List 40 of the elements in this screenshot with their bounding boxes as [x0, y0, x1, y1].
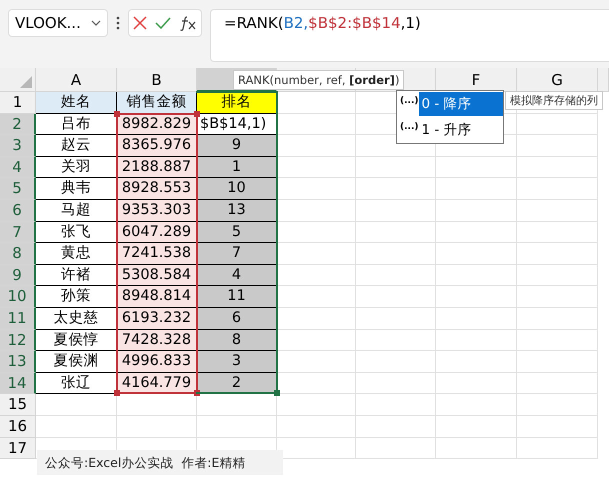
- table-cell: 4: [197, 264, 277, 286]
- table-cell: 8948.814: [117, 286, 197, 308]
- table-cell: 9: [197, 135, 277, 157]
- table-cell: 6047.289: [117, 222, 197, 244]
- table-cell: 9353.303: [117, 200, 197, 222]
- header-cell: 销售金额: [117, 92, 197, 114]
- footer-note: 公众号:Excel办公实战 作者:E精精: [37, 450, 283, 475]
- table-cell: 5: [197, 222, 277, 244]
- table-cell: 7428.328: [117, 330, 197, 352]
- table-cell: 7: [197, 243, 277, 265]
- table-cell: 孙策: [36, 286, 117, 308]
- name-box-value: VLOOK...: [15, 14, 81, 32]
- table-cell: 5308.584: [117, 264, 197, 286]
- table-cell: 8: [197, 330, 277, 352]
- table-cell: 4996.833: [117, 351, 197, 373]
- table-cell: 11: [197, 286, 277, 308]
- table-cell: 太史慈: [36, 308, 117, 330]
- table-cell: 7241.538: [117, 243, 197, 265]
- table-cell: 关羽: [36, 156, 117, 178]
- table-cell: 10: [197, 178, 277, 200]
- table-cell: 赵云: [36, 135, 117, 157]
- header-cell: 排名: [197, 92, 277, 114]
- table-cell: 典韦: [36, 178, 117, 200]
- table-cell: 13: [197, 200, 277, 222]
- table-cell: 6: [197, 308, 277, 330]
- table-cell: 8365.976: [117, 135, 197, 157]
- table-cell: 夏侯惇: [36, 330, 117, 352]
- table-cell: 夏侯渊: [36, 351, 117, 373]
- table-cell: 张飞: [36, 222, 117, 244]
- table-cell: 3: [197, 351, 277, 373]
- function-tooltip: RANK(number, ref, [order]): [233, 70, 404, 90]
- autocomplete-hint: 模拟降序存储的列: [505, 91, 603, 110]
- table-cell: 2188.887: [117, 156, 197, 178]
- table-cell: 许褚: [36, 264, 117, 286]
- table-cell: 6193.232: [117, 308, 197, 330]
- table-cell: 1: [197, 156, 277, 178]
- table-cell: 马超: [36, 200, 117, 222]
- table-cell: 黄忠: [36, 243, 117, 265]
- header-cell: 姓名: [36, 92, 117, 114]
- table-cell: 8928.553: [117, 178, 197, 200]
